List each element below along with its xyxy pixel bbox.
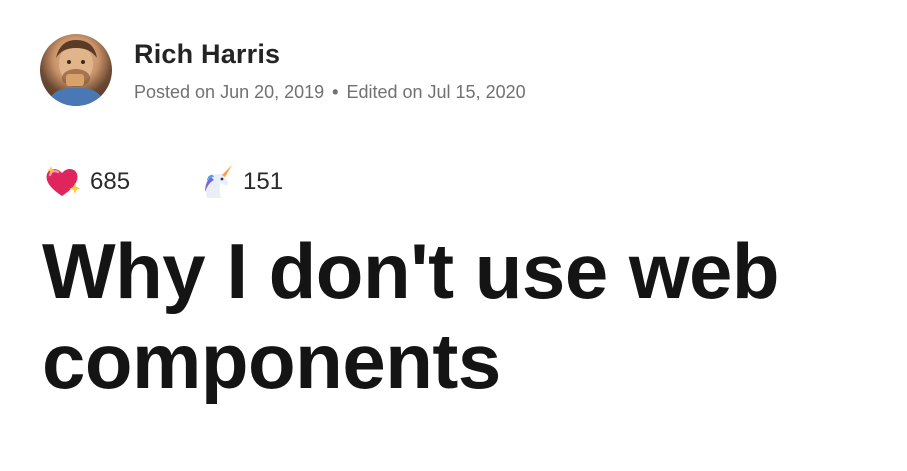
article-title: Why I don't use web components [42, 227, 780, 405]
avatar[interactable] [40, 34, 112, 106]
date-separator: • [332, 82, 339, 102]
author-header: Rich Harris Posted on Jun 20, 2019 • Edi… [40, 34, 526, 106]
avatar-photo [46, 40, 106, 106]
unicorn-count: 151 [243, 168, 284, 195]
reactions-bar: 685 151 [42, 162, 348, 202]
unicorn-icon [205, 165, 233, 198]
edited-date: Edited on Jul 15, 2020 [346, 82, 526, 102]
posted-date: Posted on Jun 20, 2019 [134, 82, 325, 102]
post-dates: Posted on Jun 20, 2019 • Edited on Jul 1… [134, 81, 526, 103]
reaction-unicorn[interactable]: 151 [195, 162, 283, 202]
author-name[interactable]: Rich Harris [134, 37, 526, 71]
sparkle-heart-icon [46, 166, 81, 196]
reaction-heart[interactable]: 685 [42, 162, 130, 202]
heart-count: 685 [90, 168, 131, 195]
